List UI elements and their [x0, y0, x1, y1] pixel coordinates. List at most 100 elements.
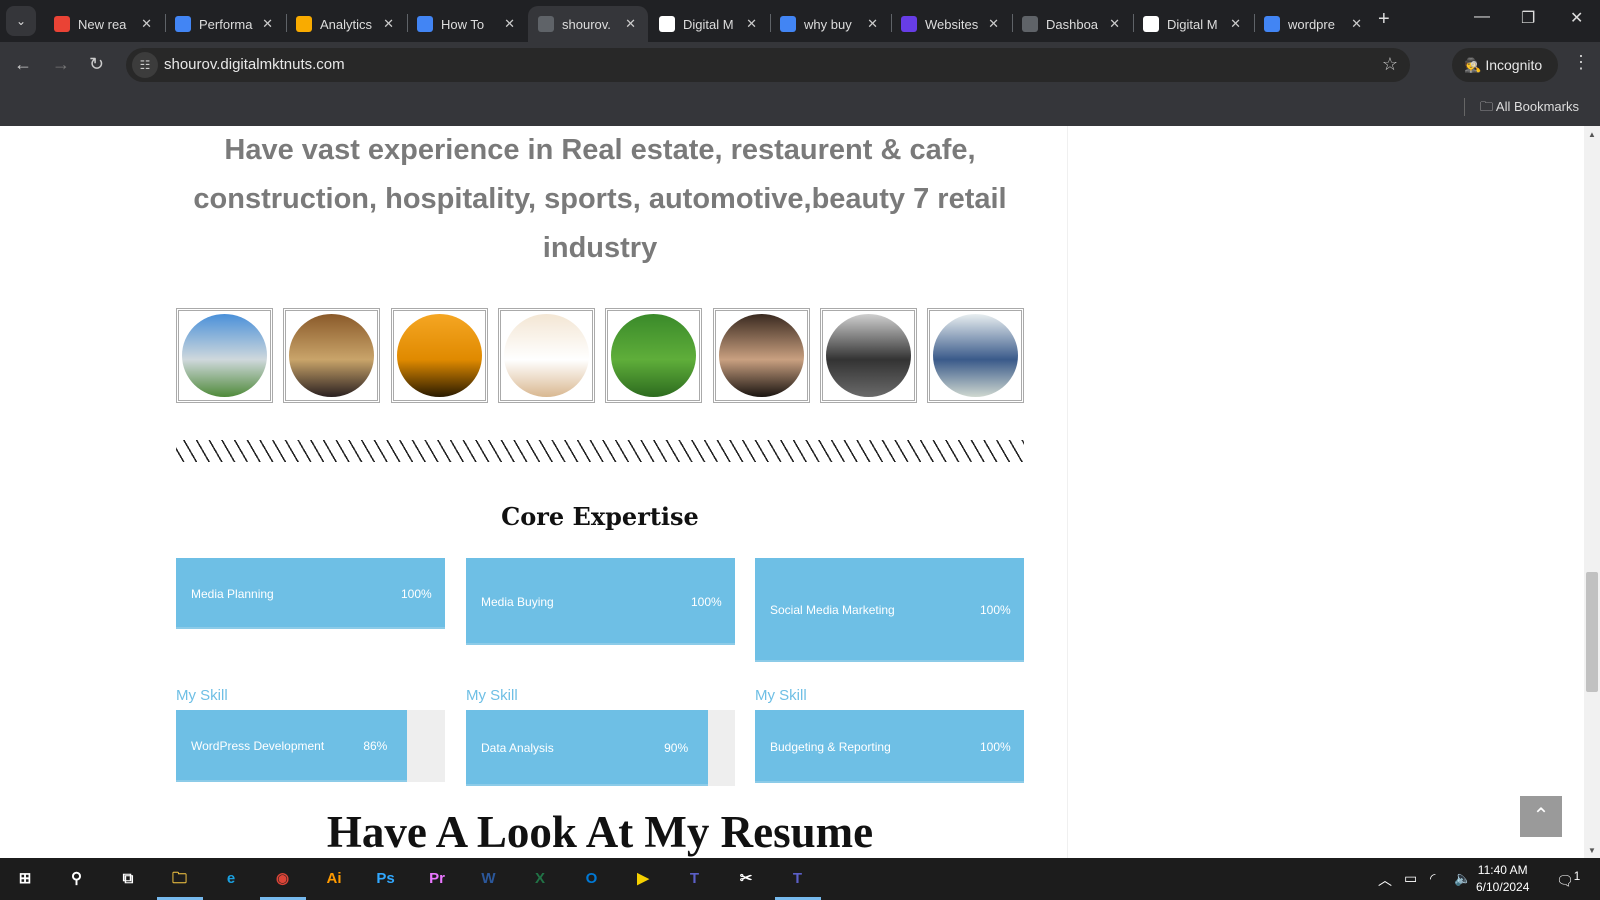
- skill-bar: Data Analysis 90%: [466, 710, 735, 786]
- scrollbar-thumb[interactable]: [1586, 572, 1598, 692]
- close-window-button[interactable]: ✕: [1570, 8, 1583, 28]
- skill-label: WordPress Development: [191, 739, 325, 753]
- skill-percent: 100%: [980, 739, 1011, 754]
- wifi-icon[interactable]: ◜: [1430, 870, 1435, 887]
- capcut-icon[interactable]: ✂: [731, 864, 761, 894]
- site-info-icon[interactable]: ☷: [132, 52, 158, 78]
- start-icon[interactable]: ⊞: [10, 864, 40, 894]
- close-tab-icon[interactable]: ✕: [141, 16, 152, 32]
- skill-label: Social Media Marketing: [770, 603, 895, 617]
- player-icon[interactable]: ▶: [628, 864, 658, 894]
- volume-icon[interactable]: 🔈: [1454, 870, 1471, 887]
- url-text[interactable]: shourov.digitalmktnuts.com: [164, 56, 345, 73]
- close-tab-icon[interactable]: ✕: [625, 16, 636, 32]
- incognito-label: Incognito: [1485, 57, 1543, 73]
- divider: [286, 14, 287, 32]
- all-bookmarks-button[interactable]: 🗀 All Bookmarks: [1480, 98, 1579, 120]
- tab-2[interactable]: Analytics ✕: [286, 6, 406, 42]
- tab-title: shourov.: [562, 16, 611, 32]
- analytics-icon: [296, 16, 312, 32]
- close-tab-icon[interactable]: ✕: [867, 16, 878, 32]
- browser-menu-icon[interactable]: ⋮: [1572, 52, 1590, 73]
- tab-title: Performa: [199, 16, 253, 32]
- edge-icon[interactable]: e: [216, 864, 246, 894]
- my-skill-heading: My Skill: [755, 687, 807, 704]
- tab-4[interactable]: shourov. ✕: [528, 6, 648, 42]
- tab-title: why buy: [804, 16, 852, 32]
- skill-percent: 100%: [691, 594, 722, 609]
- docs-icon: [417, 16, 433, 32]
- tab-6[interactable]: why buy ✕: [770, 6, 890, 42]
- reload-button[interactable]: ↻: [89, 54, 104, 75]
- close-tab-icon[interactable]: ✕: [1109, 16, 1120, 32]
- photoshop-icon[interactable]: Ps: [371, 864, 401, 894]
- restore-button[interactable]: ❐: [1521, 8, 1535, 28]
- tab-9[interactable]: Digital M ✕: [1133, 6, 1253, 42]
- forward-button[interactable]: →: [52, 54, 70, 75]
- notifications-icon[interactable]: 🗨1: [1556, 870, 1580, 890]
- excel-icon[interactable]: X: [525, 864, 555, 894]
- bookmark-star-icon[interactable]: ☆: [1382, 54, 1398, 75]
- tab-title: Digital M: [1167, 16, 1218, 32]
- tab-1[interactable]: Performa ✕: [165, 6, 285, 42]
- clock[interactable]: 11:40 AM 6/10/2024: [1476, 862, 1529, 896]
- tab-5[interactable]: Digital M ✕: [649, 6, 769, 42]
- notification-count: 1: [1573, 870, 1581, 883]
- close-tab-icon[interactable]: ✕: [383, 16, 394, 32]
- illustrator-icon[interactable]: Ai: [319, 864, 349, 894]
- word-icon[interactable]: W: [474, 864, 504, 894]
- page-icon: [659, 16, 675, 32]
- industry-image-beauty: [497, 308, 595, 403]
- search-icon[interactable]: ⚲: [62, 864, 92, 894]
- outlook-icon[interactable]: O: [577, 864, 607, 894]
- task-view-icon[interactable]: ⧉: [113, 864, 143, 894]
- incognito-badge[interactable]: 🕵 Incognito: [1452, 48, 1558, 82]
- tab-7[interactable]: Websites ✕: [891, 6, 1011, 42]
- close-tab-icon[interactable]: ✕: [504, 16, 515, 32]
- divider: [891, 14, 892, 32]
- premiere-icon[interactable]: Pr: [422, 864, 452, 894]
- teams-chat-icon[interactable]: T: [783, 864, 813, 894]
- close-tab-icon[interactable]: ✕: [988, 16, 999, 32]
- battery-icon[interactable]: ▭: [1404, 870, 1417, 887]
- back-to-top-button[interactable]: ⌃: [1520, 796, 1562, 837]
- tab-search-button[interactable]: ⌄: [6, 6, 36, 36]
- tab-10[interactable]: wordpre ✕: [1254, 6, 1374, 42]
- close-tab-icon[interactable]: ✕: [262, 16, 273, 32]
- tab-3[interactable]: How To ✕: [407, 6, 527, 42]
- scroll-down-arrow[interactable]: ▼: [1588, 846, 1596, 855]
- tab-bar: ⌄ New rea ✕ Performa ✕ Analytics ✕ How T…: [0, 0, 1600, 42]
- minimize-button[interactable]: —: [1474, 8, 1490, 26]
- file-explorer-icon[interactable]: 🗀: [165, 864, 195, 894]
- skill-label: Media Buying: [481, 594, 554, 609]
- core-skill-bar: Media Buying 100%: [466, 558, 735, 645]
- bookmarks-bar: 🗀 All Bookmarks: [0, 88, 1600, 126]
- divider: [1067, 126, 1068, 858]
- gmail-icon: [54, 16, 70, 32]
- tab-title: How To: [441, 16, 485, 32]
- close-tab-icon[interactable]: ✕: [1351, 16, 1362, 32]
- scroll-up-arrow[interactable]: ▲: [1588, 130, 1596, 139]
- skill-bar: Budgeting & Reporting 100%: [755, 710, 1024, 783]
- my-skill-heading: My Skill: [176, 687, 228, 704]
- tab-0[interactable]: New rea ✕: [44, 6, 164, 42]
- all-bookmarks-label: All Bookmarks: [1495, 99, 1579, 114]
- address-bar[interactable]: ☷ shourov.digitalmktnuts.com ☆: [126, 48, 1410, 82]
- chrome-icon[interactable]: ◉: [268, 864, 298, 894]
- divider: [1254, 14, 1255, 32]
- my-skill-heading: My Skill: [466, 687, 518, 704]
- incognito-icon: 🕵: [1464, 57, 1486, 73]
- scrollbar[interactable]: [1584, 126, 1600, 858]
- close-tab-icon[interactable]: ✕: [746, 16, 757, 32]
- industry-image-automotive: [819, 308, 917, 403]
- globe-icon: [1022, 16, 1038, 32]
- skill-label: Budgeting & Reporting: [770, 739, 891, 754]
- close-tab-icon[interactable]: ✕: [1230, 16, 1241, 32]
- teams-icon[interactable]: T: [680, 864, 710, 894]
- industry-image-restaurant-cafe: [283, 308, 381, 403]
- google-icon: [1264, 16, 1280, 32]
- tray-overflow-icon[interactable]: ︿: [1378, 870, 1392, 890]
- new-tab-button[interactable]: +: [1378, 8, 1390, 31]
- tab-8[interactable]: Dashboa ✕: [1012, 6, 1132, 42]
- back-button[interactable]: ←: [14, 54, 32, 75]
